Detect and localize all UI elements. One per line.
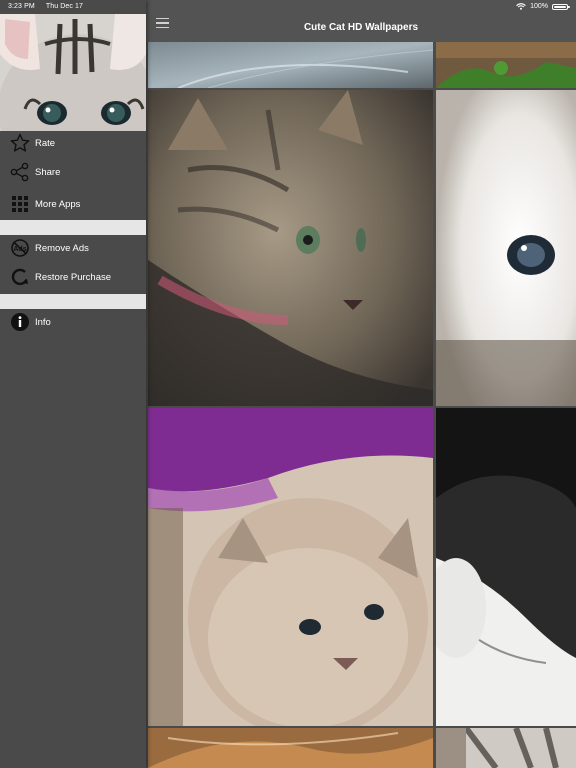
battery-percentage: 100% xyxy=(530,3,548,10)
menu-item-label: More Apps xyxy=(35,198,81,210)
info-icon xyxy=(9,311,31,333)
wallpaper-thumbnail[interactable] xyxy=(436,90,576,406)
status-date: Thu Dec 17 xyxy=(45,3,84,10)
menu-item-restore-purchase[interactable]: Restore Purchase xyxy=(0,262,146,292)
wallpaper-thumbnail[interactable] xyxy=(148,90,433,406)
star-icon xyxy=(9,132,31,154)
wallpaper-thumbnail[interactable] xyxy=(148,408,433,726)
main-panel: Cute Cat HD Wallpapers xyxy=(146,0,576,768)
menu-item-label: Remove Ads xyxy=(35,242,89,254)
wallpaper-thumbnail[interactable] xyxy=(148,42,433,88)
wallpaper-grid xyxy=(146,42,576,768)
menu-item-label: Share xyxy=(35,166,61,178)
restore-icon xyxy=(9,266,31,288)
menu-item-more-apps[interactable]: More Apps xyxy=(0,189,146,219)
menu-item-label: Restore Purchase xyxy=(35,271,112,283)
menu-item-share[interactable]: Share xyxy=(0,157,146,187)
share-icon xyxy=(9,161,31,183)
menu-item-rate[interactable]: Rate xyxy=(0,128,146,158)
menu-item-label: Rate xyxy=(35,137,56,149)
battery-icon xyxy=(552,3,570,10)
menu-item-remove-ads[interactable]: Ads Remove Ads xyxy=(0,233,146,263)
wifi-icon xyxy=(516,3,526,10)
no-ads-icon: Ads xyxy=(9,237,31,259)
grid-icon xyxy=(9,193,31,215)
status-time: 3:23 PM xyxy=(8,3,35,10)
menu-item-label: Info xyxy=(35,316,51,328)
wallpaper-thumbnail[interactable] xyxy=(436,408,576,726)
page-title: Cute Cat HD Wallpapers xyxy=(303,22,419,33)
menu-item-info[interactable]: Info xyxy=(0,307,146,337)
wallpaper-thumbnail[interactable] xyxy=(436,42,576,88)
wallpaper-thumbnail[interactable] xyxy=(148,728,433,768)
status-bar: 3:23 PM Thu Dec 17 100% xyxy=(0,0,576,14)
wallpaper-thumbnail[interactable] xyxy=(436,728,576,768)
drawer-header-image xyxy=(0,14,146,131)
side-drawer: Rate Share More Apps Ads Remove Ads Rest… xyxy=(0,0,146,768)
